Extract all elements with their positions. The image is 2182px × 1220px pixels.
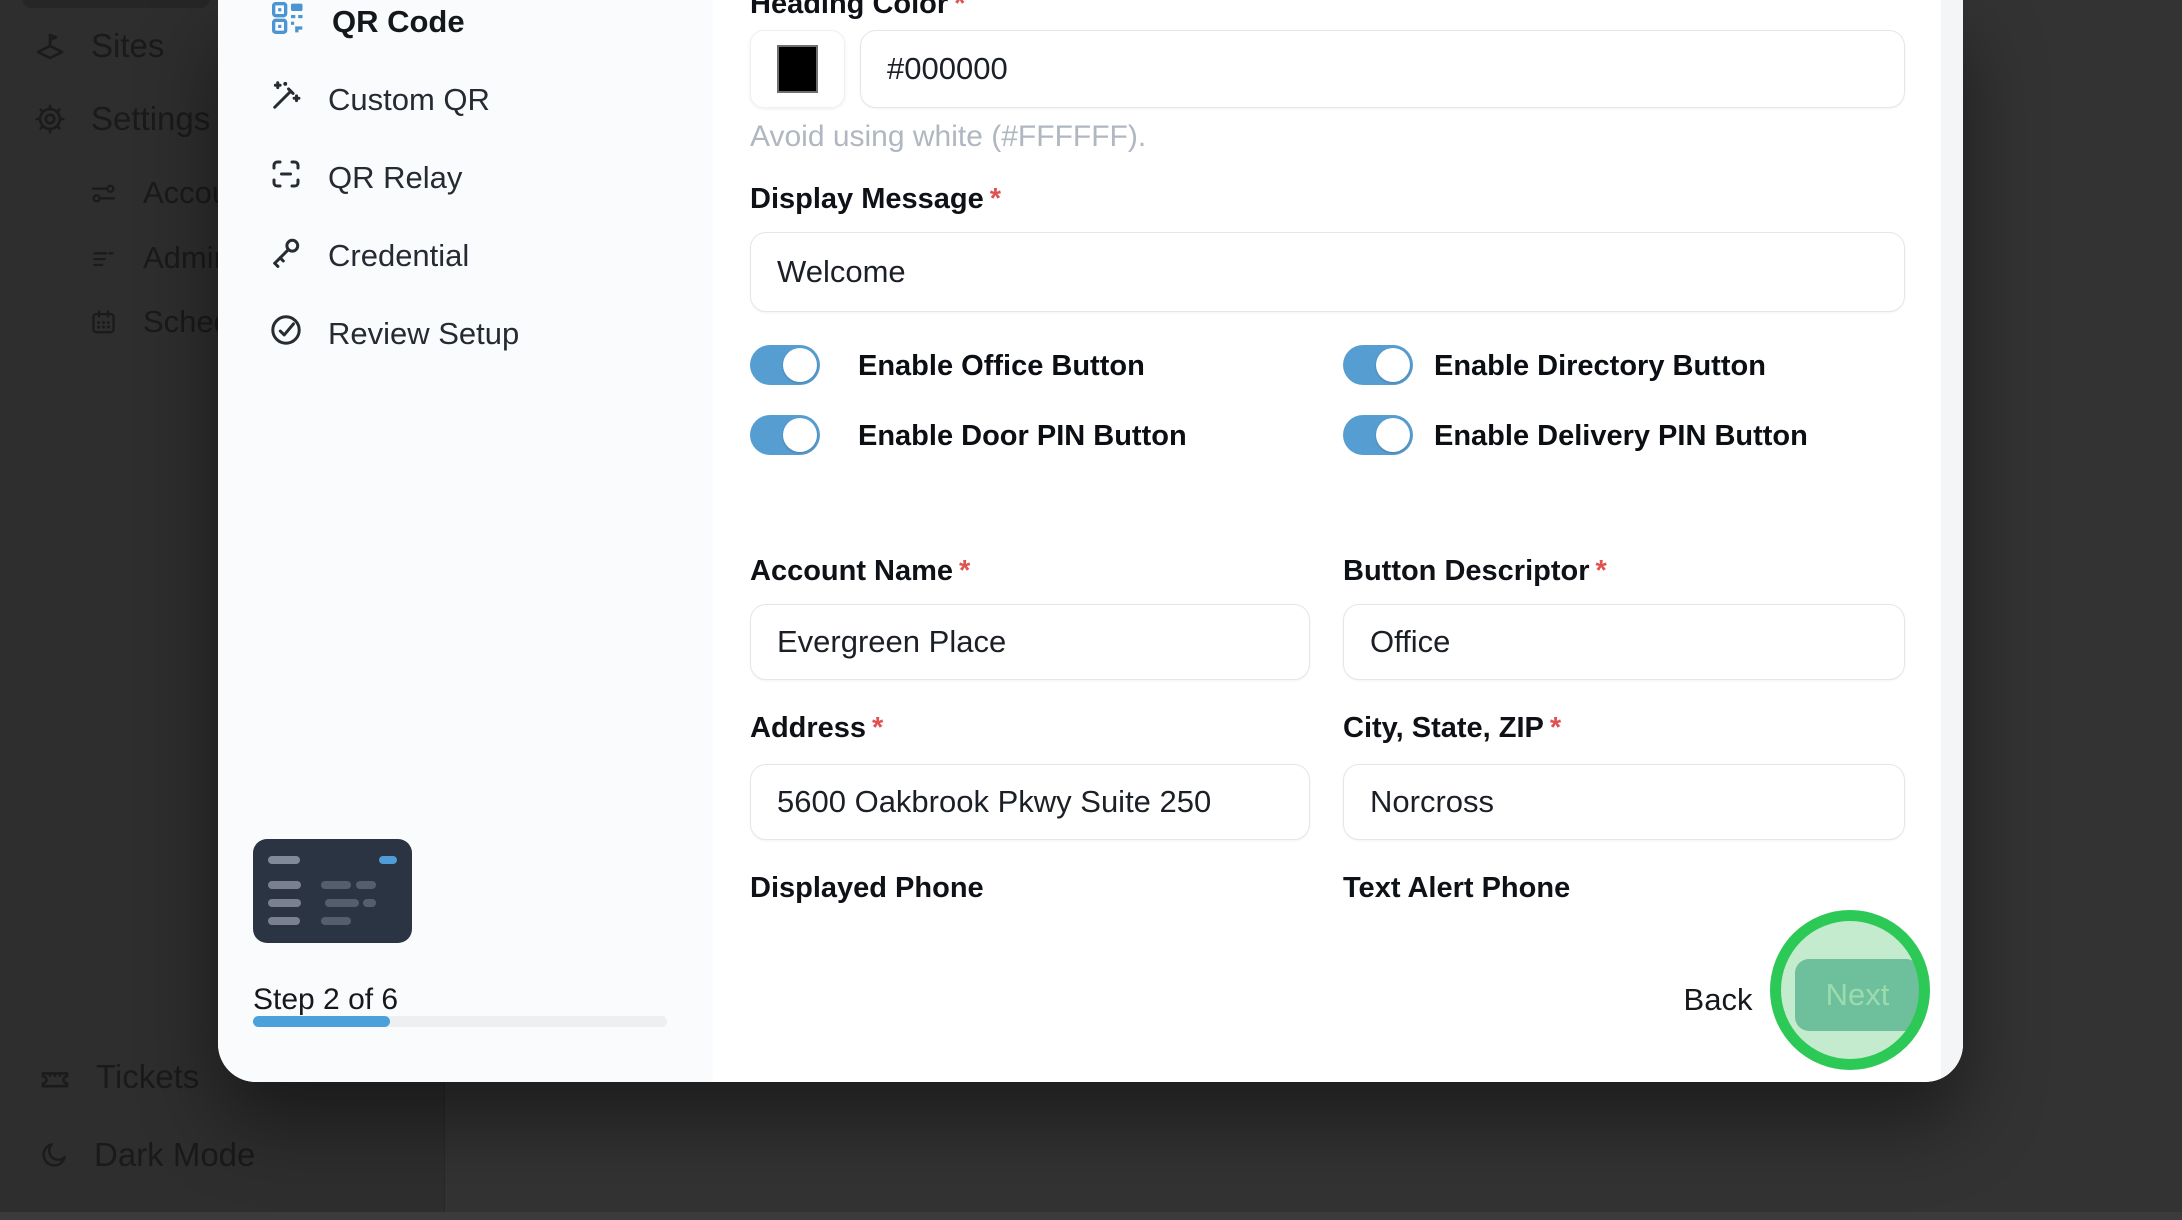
display-message-label: Display Message * [750,183,1002,215]
wizard-step-review-setup[interactable]: Review Setup [218,303,713,365]
sidebar-item-tickets[interactable]: Tickets [38,1047,199,1107]
sidebar-active-item-partial [22,0,210,8]
sites-map-flag-icon [33,29,67,63]
sidebar-item-settings[interactable]: Settings [33,89,210,149]
thumb-line [363,899,376,907]
heading-color-input[interactable] [860,30,1905,108]
sidebar-item-label: Settings [91,100,211,137]
sliders-icon [88,178,119,209]
page-bottom-strip [0,1212,2182,1220]
heading-color-swatch[interactable] [750,30,845,108]
city-state-zip-input[interactable] [1343,764,1905,840]
wizard-progress-bar [253,1016,667,1027]
qr-code-icon [268,0,308,46]
required-asterisk: * [959,555,971,587]
thumb-line [268,881,301,889]
sidebar-item-administration[interactable]: Admini [88,228,238,288]
wizard-step-label: QR Code [332,4,465,39]
wizard-step-custom-qr[interactable]: Custom QR [218,69,713,131]
enable-office-toggle[interactable] [750,345,820,385]
enable-door-pin-label: Enable Door PIN Button [858,420,1187,452]
screen: Sites Settings Accou Admini Schedu Ticke… [0,0,2182,1220]
heading-color-hint: Avoid using white (#FFFFFF). [750,120,1147,153]
heading-color-label: Heading Color * [750,0,965,21]
required-asterisk: * [989,183,1002,215]
thumb-line [321,917,351,925]
ticket-icon [38,1060,72,1094]
wizard-step-qr-relay[interactable]: QR Relay [218,147,713,209]
toggle-knob [1376,348,1410,382]
sidebar-item-label: Sites [91,27,165,64]
thumb-line [268,899,301,907]
wizard-step-label: QR Relay [328,160,463,195]
color-swatch-preview [777,45,818,93]
magic-wand-icon [268,78,304,122]
text-alert-phone-label: Text Alert Phone [1343,872,1571,904]
thumb-line [321,881,351,889]
account-name-label: Account Name * [750,555,971,587]
required-asterisk: * [954,0,966,20]
thumb-line [325,899,359,907]
enable-delivery-pin-toggle[interactable] [1343,415,1413,455]
display-message-input[interactable] [750,232,1905,312]
key-icon [268,234,304,278]
city-state-zip-label: City, State, ZIP * [1343,712,1562,744]
enable-office-label: Enable Office Button [858,350,1145,382]
filter-lines-icon [88,243,119,274]
sidebar-item-dark-mode[interactable]: Dark Mode [38,1125,255,1185]
sidebar-item-label: Dark Mode [94,1136,256,1173]
setup-wizard-modal: QR Code Custom QR QR Relay Credential Re… [218,0,1963,1082]
moon-icon [38,1139,70,1171]
wizard-step-label: Review Setup [328,316,520,351]
displayed-phone-label: Displayed Phone [750,872,984,904]
toggle-knob [1376,418,1410,452]
enable-directory-toggle[interactable] [1343,345,1413,385]
thumb-line [268,856,300,864]
sidebar-item-sites[interactable]: Sites [33,16,164,76]
toggle-knob [783,418,817,452]
wizard-step-label: Custom QR [328,82,490,117]
wizard-progress-fill [253,1016,390,1027]
next-button[interactable]: Next [1795,959,1920,1031]
check-circle-icon [268,312,304,356]
sidebar-item-accounts[interactable]: Accou [88,163,229,223]
sidebar-item-label: Accou [143,175,230,210]
wizard-step-credential[interactable]: Credential [218,225,713,287]
button-descriptor-label: Button Descriptor * [1343,555,1607,587]
wizard-steps-panel: QR Code Custom QR QR Relay Credential Re… [218,0,713,1082]
toggle-knob [783,348,817,382]
modal-scrollbar-track[interactable] [1941,0,1963,1082]
button-descriptor-input[interactable] [1343,604,1905,680]
account-name-input[interactable] [750,604,1310,680]
address-input[interactable] [750,764,1310,840]
enable-directory-label: Enable Directory Button [1434,350,1766,382]
enable-door-pin-toggle[interactable] [750,415,820,455]
step-counter: Step 2 of 6 [253,983,399,1016]
enable-delivery-pin-label: Enable Delivery PIN Button [1434,420,1808,452]
back-button[interactable]: Back [1673,978,1763,1022]
wizard-step-qr-code[interactable]: QR Code [218,0,713,53]
required-asterisk: * [1549,712,1562,744]
step-preview-thumbnail [253,839,412,943]
required-asterisk: * [1595,555,1607,587]
scan-frame-icon [268,156,304,200]
calendar-icon [88,307,119,338]
thumb-line [268,917,300,925]
thumb-line [356,881,376,889]
gear-icon [33,102,67,136]
address-label: Address * [750,712,884,744]
wizard-step-label: Credential [328,238,470,273]
wizard-form [713,0,1963,1082]
required-asterisk: * [872,712,884,744]
thumb-accent-pill [379,856,397,864]
sidebar-item-label: Tickets [96,1058,200,1095]
